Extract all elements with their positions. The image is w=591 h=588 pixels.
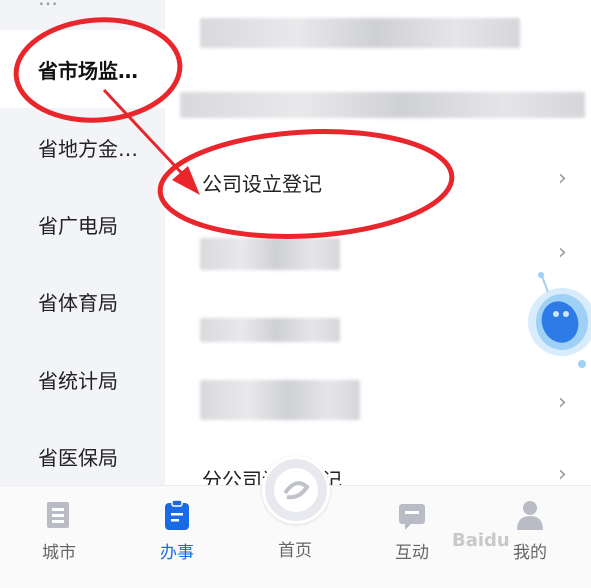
tab-profile[interactable]: 我的	[480, 486, 580, 566]
sidebar-item-medical-insurance[interactable]: 省医保局	[0, 417, 165, 495]
tab-city[interactable]: 城市	[9, 486, 109, 566]
service-list: 公司设立登记 › › › 分公司设立登记 ›	[165, 0, 591, 492]
service-icon	[165, 499, 189, 530]
blurred-row-title[interactable]	[200, 18, 520, 48]
city-icon	[47, 502, 69, 528]
chevron-right-icon: ›	[558, 390, 567, 415]
sidebar-item-partial[interactable]: …	[38, 0, 58, 10]
tab-service[interactable]: 办事	[127, 486, 227, 566]
sidebar: … 省市场监… 省地方金… 省广电局 省体育局 省统计局 省医保局	[0, 0, 165, 485]
tab-label: 城市	[42, 543, 76, 563]
tab-label: 互动	[395, 543, 429, 563]
sidebar-item-sports[interactable]: 省体育局	[0, 262, 165, 340]
sidebar-item-label: 省地方金…	[38, 136, 138, 161]
sidebar-item-local-finance[interactable]: 省地方金…	[0, 108, 165, 186]
profile-icon	[517, 501, 543, 530]
watermark-logo: Baidu	[452, 530, 510, 551]
tab-interact[interactable]: 互动	[362, 486, 462, 566]
chevron-right-icon: ›	[558, 166, 567, 191]
sidebar-item-label: 省体育局	[38, 290, 118, 315]
sidebar-item-statistics[interactable]: 省统计局	[0, 340, 165, 418]
blurred-row-title[interactable]	[200, 318, 340, 342]
blurred-row-title[interactable]	[200, 380, 360, 420]
blurred-row-title[interactable]	[200, 238, 340, 270]
sidebar-item-broadcast[interactable]: 省广电局	[0, 185, 165, 263]
row-company-registration[interactable]: 公司设立登记	[202, 168, 322, 197]
sidebar-item-label: 省广电局	[38, 213, 118, 238]
sidebar-item-label: 省统计局	[38, 368, 118, 393]
chevron-right-icon: ›	[558, 240, 567, 265]
chat-icon	[399, 504, 425, 530]
robot-assistant-icon[interactable]	[522, 270, 591, 370]
sidebar-item-label: 省市场监…	[38, 58, 138, 83]
tab-label: 首页	[278, 541, 312, 561]
tab-label: 办事	[160, 543, 194, 563]
blurred-row-title[interactable]	[180, 92, 585, 118]
sidebar-item-label: 省医保局	[38, 445, 118, 470]
tab-home[interactable]: 首页	[245, 486, 345, 566]
sidebar-item-market-supervision[interactable]: 省市场监…	[0, 30, 165, 108]
chevron-right-icon: ›	[558, 462, 567, 487]
